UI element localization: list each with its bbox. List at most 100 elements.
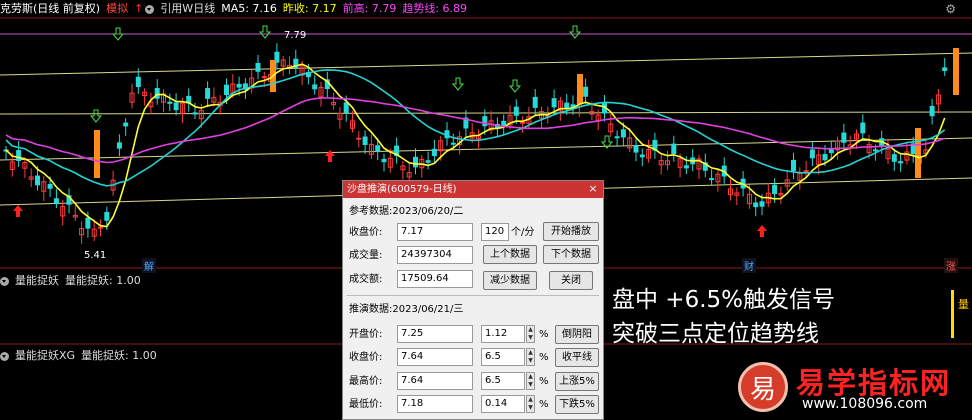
period-label: (日线 前复权)	[33, 2, 101, 15]
close-pct-unit: %	[539, 352, 549, 363]
ref-label: 参考数据:	[349, 206, 393, 217]
panel3-dropdown-icon[interactable]	[0, 351, 9, 361]
low-pct-spinner-icon[interactable]: ▲ ▼	[526, 395, 535, 413]
indicator-name[interactable]: 引用W日线	[160, 2, 215, 15]
sell-arrow-icon	[258, 25, 272, 39]
invert-yinyang-button[interactable]: 倒阴阳	[555, 325, 599, 344]
event-marker-jie[interactable]: 解	[142, 258, 156, 273]
start-play-button[interactable]: 开始播放	[543, 222, 599, 241]
trend-line-value: 趋势线: 6.89	[402, 2, 468, 15]
candle-body	[872, 149, 878, 152]
candle-body	[362, 136, 368, 145]
down-5pct-button[interactable]: 下跌5%	[555, 395, 599, 414]
close-button[interactable]: 关闭	[549, 271, 593, 290]
panel3-name[interactable]: 量能捉妖XG	[15, 349, 75, 362]
candle-body	[450, 142, 456, 145]
candle-body	[551, 98, 557, 108]
event-marker-cai[interactable]: 财	[742, 258, 756, 273]
sim-close-price-field[interactable]: 7.64	[397, 348, 473, 366]
panel3-value: 量能捉妖: 1.00	[81, 349, 157, 362]
amount-field[interactable]: 17509.64	[397, 270, 473, 288]
overlay-line-1: 盘中 +6.5%触发信号	[612, 287, 836, 313]
up-5pct-button[interactable]: 上涨5%	[555, 372, 599, 391]
low-label: 最低价:	[349, 399, 383, 410]
candle-body	[98, 226, 103, 229]
candle-body	[898, 161, 904, 164]
close-icon[interactable]: ×	[586, 182, 600, 196]
dialog-titlebar[interactable]: 沙盘推演(600579-日线) ×	[343, 181, 603, 198]
candle-body	[482, 116, 488, 127]
vol-label: 成交量:	[349, 250, 383, 261]
red-up-arrow-icon: ↑	[134, 2, 144, 15]
signal-candle	[577, 74, 583, 104]
candle-body	[425, 160, 431, 163]
candle-body	[173, 102, 179, 111]
high-pct-unit: %	[539, 376, 549, 387]
sandbox-dialog: 沙盘推演(600579-日线) × 参考数据:2023/06/20/二 收盘价:…	[342, 180, 604, 420]
amt-label: 成交额:	[349, 274, 383, 285]
event-marker-zhang[interactable]: 涨	[944, 258, 958, 273]
mode-label[interactable]: 模拟	[106, 2, 128, 15]
settings-gear-icon[interactable]: ⚙	[945, 2, 956, 16]
candle-body	[381, 158, 387, 163]
candle-body	[261, 76, 267, 79]
candle-body	[413, 156, 418, 168]
channel-line	[0, 111, 972, 115]
volume-field[interactable]: 24397304	[397, 246, 473, 264]
candle-body	[356, 137, 362, 140]
high-price-label: 7.79	[284, 30, 307, 41]
candle-body	[236, 83, 242, 88]
close-pct-field[interactable]: 6.5	[481, 348, 525, 366]
signal-candle	[953, 48, 959, 95]
ma-long-line	[5, 69, 946, 187]
candle-body	[53, 198, 59, 204]
volume-mark: 量	[958, 298, 969, 311]
trend-line	[5, 97, 945, 164]
low-pct-field[interactable]: 0.14	[481, 395, 525, 413]
close2-label: 收盘价:	[349, 352, 383, 363]
panel2-name[interactable]: 量能捉妖	[15, 274, 59, 287]
dropdown-icon[interactable]	[145, 4, 155, 14]
open-pct-spinner-icon[interactable]: ▲ ▼	[526, 325, 535, 343]
panel3-header: 量能捉妖XG 量能捉妖: 1.00	[0, 347, 163, 365]
high-price-field[interactable]: 7.64	[397, 372, 473, 390]
sim-label: 推演数据:	[349, 304, 393, 315]
speed-field[interactable]: 120	[481, 223, 509, 241]
close-pct-spinner-icon[interactable]: ▲ ▼	[526, 348, 535, 366]
candle-body	[860, 122, 866, 134]
open-pct-field[interactable]: 1.12	[481, 325, 525, 343]
candle-body	[513, 106, 519, 116]
sim-data-row: 推演数据:2023/06/21/三	[349, 301, 463, 319]
divider	[347, 295, 599, 296]
candle-body	[683, 165, 689, 169]
candle-body	[167, 101, 173, 104]
reduce-data-button[interactable]: 减少数据	[483, 271, 537, 290]
panel2-dropdown-icon[interactable]	[0, 276, 9, 286]
open-price-field[interactable]: 7.25	[397, 325, 473, 343]
ref-data-row: 参考数据:2023/06/20/二	[349, 203, 463, 221]
close-price-field[interactable]: 7.17	[397, 223, 473, 241]
candle-body	[564, 102, 570, 109]
candle-body	[375, 145, 381, 152]
speed-unit: 个/分	[511, 227, 535, 238]
candle-body	[85, 217, 91, 229]
candle-body	[709, 178, 715, 181]
candle-body	[620, 129, 626, 138]
sell-arrow-icon	[451, 77, 465, 91]
candle-body	[16, 150, 22, 161]
signal-candle	[915, 128, 921, 178]
candle-body	[192, 112, 198, 115]
buy-arrow-icon	[757, 225, 767, 237]
prev-close-value: 昨收: 7.17	[282, 2, 337, 15]
next-data-button[interactable]: 下个数据	[543, 245, 599, 264]
prev-data-button[interactable]: 上个数据	[483, 245, 537, 264]
ma5-value: MA5: 7.16	[221, 2, 277, 15]
flat-close-button[interactable]: 收平线	[555, 348, 599, 367]
high-pct-field[interactable]: 6.5	[481, 372, 525, 390]
sell-arrow-icon	[568, 25, 582, 39]
high-pct-spinner-icon[interactable]: ▲ ▼	[526, 372, 535, 390]
candle-body	[822, 154, 828, 161]
candle-body	[116, 142, 122, 149]
sell-arrow-icon	[508, 79, 522, 93]
low-price-field[interactable]: 7.18	[397, 395, 473, 413]
